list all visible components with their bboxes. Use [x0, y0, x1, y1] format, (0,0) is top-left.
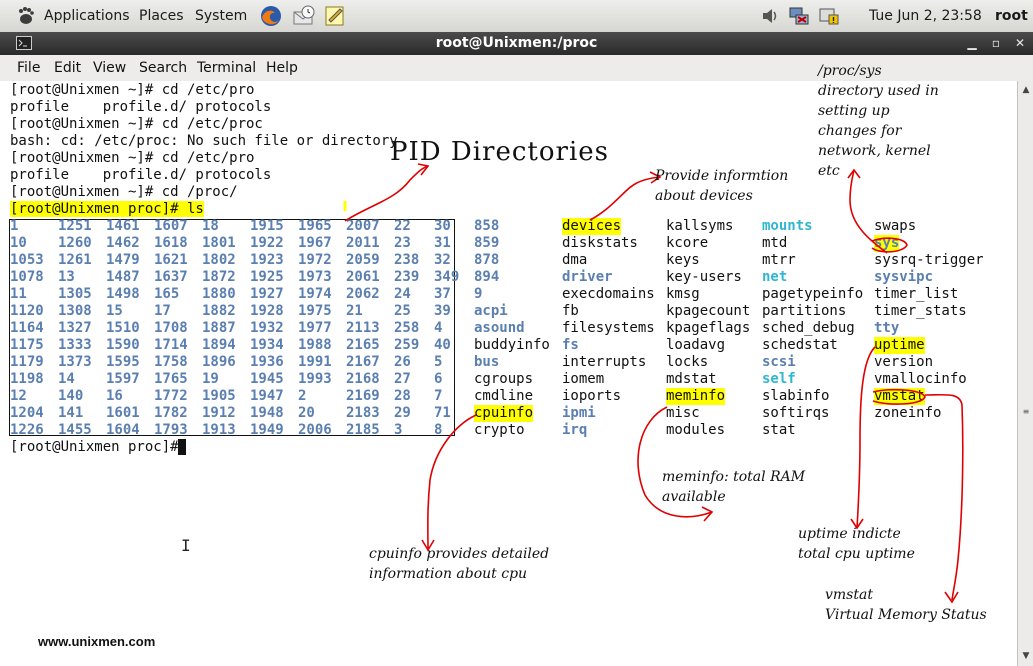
mouse-ibeam-cursor-icon: I [181, 536, 191, 555]
annotation-cpuinfo: cpuinfo provides detailed information ab… [369, 546, 550, 582]
annotation-devices: Provide informtion about devices [655, 168, 789, 204]
annotation-pid-directories: PID Directories [390, 137, 609, 167]
annotation-vmstat: vmstat Virtual Memory Status [825, 587, 987, 623]
annotation-meminfo: meminfo: total RAM available [662, 469, 806, 505]
watermark: www.unixmen.com [38, 634, 156, 649]
annotation-uptime: uptime indicte total cpu uptime [798, 526, 915, 562]
annotation-proc-sys: /proc/sys directory used in setting up c… [818, 63, 939, 179]
